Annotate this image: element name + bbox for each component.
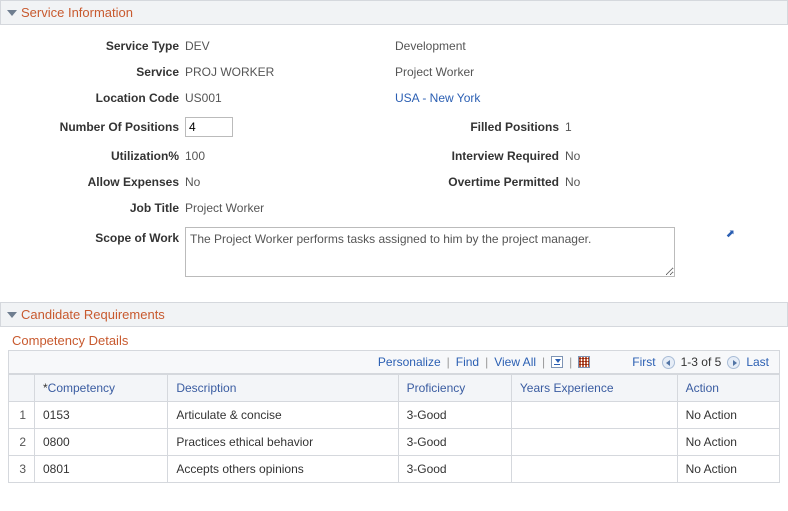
competency-table: *Competency Description Proficiency Year… [8, 374, 780, 483]
col-rownum [9, 375, 35, 402]
value-location-code: US001 [185, 91, 395, 105]
service-information-section: Service Information Service Type DEV Dev… [0, 0, 788, 290]
find-link[interactable]: Find [456, 355, 479, 369]
label-num-positions: Number Of Positions [10, 120, 185, 134]
competency-details-title: Competency Details [0, 327, 788, 350]
label-interview-required: Interview Required [395, 149, 565, 163]
cell-description: Practices ethical behavior [168, 429, 398, 456]
prev-icon[interactable] [662, 356, 675, 369]
last-link[interactable]: Last [746, 355, 769, 369]
section-title: Service Information [21, 5, 133, 20]
col-description[interactable]: Description [168, 375, 398, 402]
first-link[interactable]: First [632, 355, 655, 369]
cell-description: Accepts others opinions [168, 456, 398, 483]
download-icon[interactable] [551, 356, 563, 368]
section-title: Candidate Requirements [21, 307, 165, 322]
cell-competency: 0801 [35, 456, 168, 483]
label-overtime-permitted: Overtime Permitted [395, 175, 565, 189]
service-info-form: Service Type DEV Development Service PRO… [0, 25, 788, 290]
table-row: 30801Accepts others opinions3-Good No Act… [9, 456, 780, 483]
label-filled-positions: Filled Positions [395, 120, 565, 134]
cell-description: Articulate & concise [168, 402, 398, 429]
label-allow-expenses: Allow Expenses [10, 175, 185, 189]
value-service: PROJ WORKER [185, 65, 395, 79]
row-range: 1-3 of 5 [681, 355, 722, 369]
value-service-type-desc: Development [395, 39, 715, 53]
cell-proficiency: 3-Good [398, 402, 511, 429]
next-icon[interactable] [727, 356, 740, 369]
value-allow-expenses: No [185, 175, 395, 189]
cell-competency: 0153 [35, 402, 168, 429]
candidate-requirements-header[interactable]: Candidate Requirements [0, 302, 788, 327]
cell-action: No Action [677, 429, 779, 456]
cell-action: No Action [677, 402, 779, 429]
collapse-icon [7, 10, 17, 16]
col-proficiency[interactable]: Proficiency [398, 375, 511, 402]
label-service-type: Service Type [10, 39, 185, 53]
grid-view-icon[interactable] [578, 356, 590, 368]
table-header-row: *Competency Description Proficiency Year… [9, 375, 780, 402]
cell-rownum: 1 [9, 402, 35, 429]
col-years-exp[interactable]: Years Experience [511, 375, 677, 402]
view-all-link[interactable]: View All [494, 355, 536, 369]
col-competency[interactable]: *Competency [35, 375, 168, 402]
candidate-requirements-section: Candidate Requirements Competency Detail… [0, 302, 788, 483]
table-row: 10153Articulate & concise3-Good No Action [9, 402, 780, 429]
cell-action: No Action [677, 456, 779, 483]
collapse-icon [7, 312, 17, 318]
value-service-desc: Project Worker [395, 65, 715, 79]
value-overtime-permitted: No [565, 175, 715, 189]
value-service-type: DEV [185, 39, 395, 53]
scope-of-work-textarea[interactable] [185, 227, 675, 277]
label-scope-of-work: Scope of Work [10, 227, 185, 245]
cell-competency: 0800 [35, 429, 168, 456]
personalize-link[interactable]: Personalize [378, 355, 441, 369]
label-location-code: Location Code [10, 91, 185, 105]
cell-years-exp [511, 402, 677, 429]
location-link[interactable]: USA - New York [395, 91, 715, 105]
cell-proficiency: 3-Good [398, 429, 511, 456]
label-service: Service [10, 65, 185, 79]
value-interview-required: No [565, 149, 715, 163]
label-utilization: Utilization% [10, 149, 185, 163]
cell-proficiency: 3-Good [398, 456, 511, 483]
cell-years-exp [511, 429, 677, 456]
service-information-header[interactable]: Service Information [0, 0, 788, 25]
table-row: 20800Practices ethical behavior3-Good No … [9, 429, 780, 456]
cell-rownum: 3 [9, 456, 35, 483]
value-utilization: 100 [185, 149, 395, 163]
col-action[interactable]: Action [677, 375, 779, 402]
grid-toolbar: Personalize | Find | View All | | First … [8, 350, 780, 374]
value-job-title: Project Worker [185, 201, 715, 215]
expand-icon[interactable]: ⬈ [726, 227, 735, 240]
num-positions-input[interactable] [185, 117, 233, 137]
cell-rownum: 2 [9, 429, 35, 456]
cell-years-exp [511, 456, 677, 483]
value-filled-positions: 1 [565, 120, 715, 134]
label-job-title: Job Title [10, 201, 185, 215]
